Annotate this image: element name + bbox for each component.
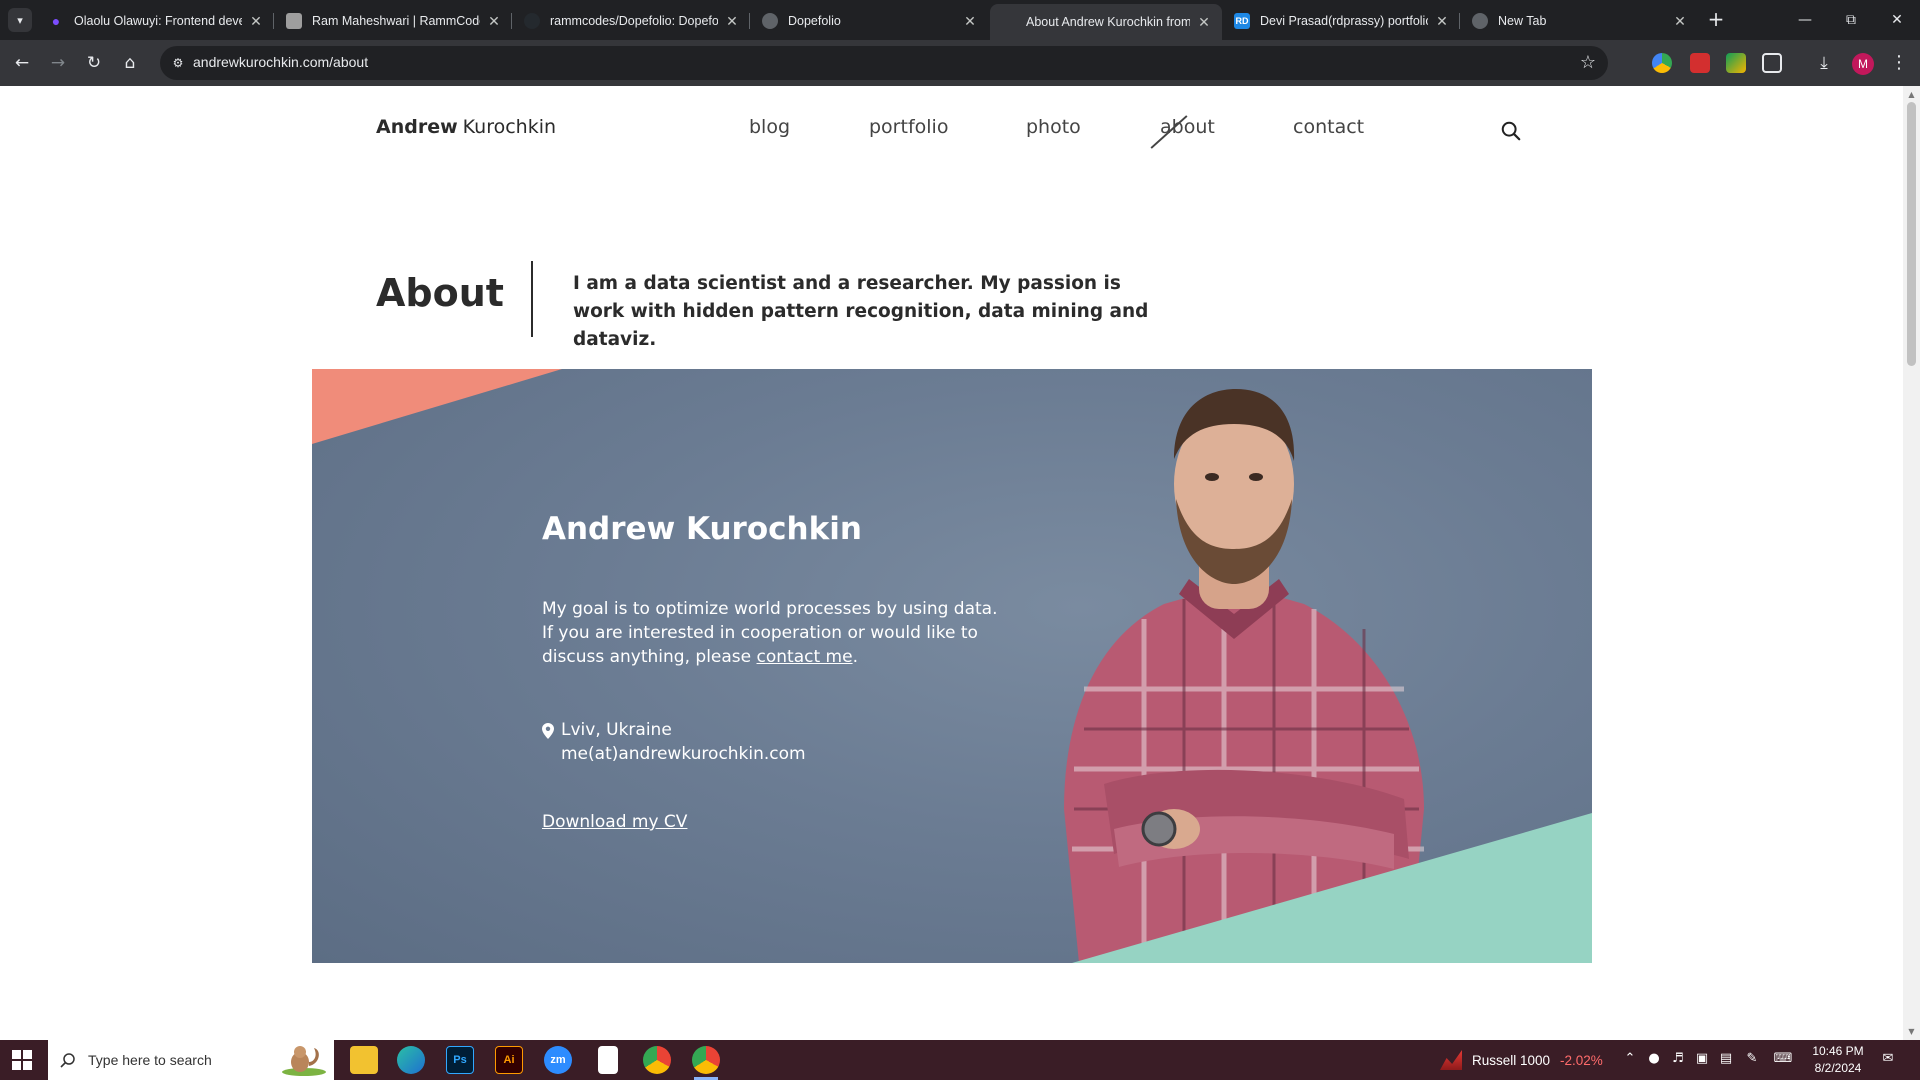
extension-drive-icon[interactable]: [1726, 53, 1746, 73]
about-lead-text: I am a data scientist and a researcher. …: [573, 273, 1149, 350]
browser-tab[interactable]: New Tab ✕: [1462, 6, 1698, 36]
location-text: Lviv, Ukraine: [561, 720, 672, 740]
about-hero-banner: Andrew Kurochkin My goal is to optimize …: [312, 369, 1592, 963]
extensions-puzzle-icon[interactable]: [1762, 53, 1782, 73]
browser-tab[interactable]: rammcodes/Dopefolio: Dopefo ✕: [514, 6, 750, 36]
browser-tab[interactable]: RD Devi Prasad(rdprassy) portfolio ✕: [1224, 6, 1460, 36]
stock-change: -2.02%: [1560, 1052, 1603, 1068]
chrome-profile-icon[interactable]: [692, 1046, 720, 1080]
webcam-icon[interactable]: ▣: [1694, 1051, 1710, 1067]
url-text[interactable]: andrewkurochkin.com/about: [193, 54, 368, 70]
extension-red-icon[interactable]: [1690, 53, 1710, 73]
notifications-icon[interactable]: ✉: [1880, 1051, 1896, 1067]
photoshop-icon[interactable]: Ps: [446, 1046, 474, 1074]
page-scrollbar[interactable]: ▲ ▼: [1903, 86, 1920, 1040]
reload-icon[interactable]: ↻: [82, 51, 106, 75]
illustrator-icon[interactable]: Ai: [495, 1046, 523, 1074]
contact-me-link[interactable]: contact me: [757, 647, 853, 667]
email-text: me(at)andrewkurochkin.com: [561, 744, 806, 764]
nav-link-contact[interactable]: contact: [1293, 116, 1364, 138]
close-tab-icon[interactable]: ✕: [724, 13, 740, 30]
close-tab-icon[interactable]: ✕: [1672, 13, 1688, 30]
avatar-favicon-icon: [286, 13, 302, 29]
back-arrow-icon[interactable]: ←: [10, 51, 34, 75]
nav-link-portfolio[interactable]: portfolio: [869, 116, 948, 138]
site-logo[interactable]: Andrew Kurochkin: [376, 116, 556, 138]
pen-icon[interactable]: ✎: [1744, 1051, 1760, 1067]
taskbar-search-box[interactable]: Type here to search: [48, 1040, 334, 1080]
clock-time: 10:46 PM: [1812, 1044, 1864, 1058]
close-tab-icon[interactable]: ✕: [1434, 13, 1450, 30]
blank-favicon-icon: [1000, 14, 1016, 30]
close-tab-icon[interactable]: ✕: [486, 13, 502, 30]
home-icon[interactable]: ⌂: [118, 51, 142, 75]
bookmark-star-icon[interactable]: ☆: [1580, 52, 1596, 73]
nav-link-about[interactable]: about: [1160, 116, 1215, 138]
tab-search-button[interactable]: ▾: [8, 8, 32, 32]
scroll-down-arrow-icon[interactable]: ▼: [1907, 1027, 1916, 1036]
windows-taskbar: Type here to search Ps Ai zm Russell 100…: [0, 1040, 1920, 1080]
speaker-icon[interactable]: ♬: [1670, 1051, 1686, 1067]
coral-corner-shape: [312, 369, 562, 444]
browser-tab[interactable]: Ram Maheshwari | RammCodes ✕: [276, 6, 512, 36]
browser-menu-icon[interactable]: ⋮: [1890, 52, 1908, 73]
contact-details: Lviv, Ukraine me(at)andrewkurochkin.com: [561, 718, 806, 766]
location-pin-icon: [542, 723, 554, 739]
browser-tab[interactable]: ● Olaolu Olawuyi: Frontend deve ✕: [38, 6, 274, 36]
notepad-icon[interactable]: [598, 1046, 618, 1074]
edge-icon[interactable]: [397, 1046, 425, 1074]
file-explorer-icon[interactable]: [350, 1046, 378, 1074]
address-bar[interactable]: ⚙ andrewkurochkin.com/about ☆: [160, 46, 1608, 80]
close-tab-icon[interactable]: ✕: [962, 13, 978, 30]
scrollbar-thumb[interactable]: [1907, 102, 1916, 366]
network-icon[interactable]: ▤: [1718, 1051, 1734, 1067]
minimize-icon[interactable]: —: [1782, 0, 1828, 40]
profile-avatar[interactable]: M: [1852, 53, 1874, 75]
chrome-icon[interactable]: [643, 1046, 671, 1074]
nav-link-photo[interactable]: photo: [1026, 116, 1081, 138]
new-tab-button[interactable]: +: [1704, 8, 1728, 32]
web-page: Andrew Kurochkin blog portfolio photo abo…: [0, 86, 1903, 1040]
globe-favicon-icon: [762, 13, 778, 29]
site-info-icon[interactable]: ⚙: [170, 55, 186, 71]
keyboard-icon[interactable]: ⌨: [1772, 1051, 1794, 1067]
close-tab-icon[interactable]: ✕: [1196, 14, 1212, 31]
taskbar-search-placeholder: Type here to search: [88, 1052, 212, 1068]
clock-date: 8/2/2024: [1814, 1061, 1862, 1075]
extension-color-icon[interactable]: [1652, 53, 1672, 73]
windows-start-icon[interactable]: [12, 1050, 32, 1070]
forward-arrow-icon[interactable]: →: [46, 51, 70, 75]
stock-name[interactable]: Russell 1000: [1472, 1040, 1550, 1080]
browser-tab-bar: ▾ ● Olaolu Olawuyi: Frontend deve ✕ Ram …: [0, 0, 1920, 40]
chevron-up-icon[interactable]: ⌃: [1622, 1051, 1638, 1067]
microphone-icon[interactable]: ●: [1646, 1051, 1662, 1067]
scroll-up-arrow-icon[interactable]: ▲: [1907, 90, 1916, 99]
hero-goal-text: My goal is to optimize world processes b…: [542, 599, 998, 667]
browser-toolbar: ← → ↻ ⌂ ⚙ andrewkurochkin.com/about ☆ ⤓ …: [0, 40, 1920, 86]
browser-tab[interactable]: Dopefolio ✕: [752, 6, 988, 36]
stock-chart-icon[interactable]: [1440, 1050, 1462, 1070]
zoom-icon[interactable]: zm: [544, 1046, 572, 1074]
mint-corner-shape: [1072, 813, 1592, 963]
nav-link-blog[interactable]: blog: [749, 116, 790, 138]
close-window-icon[interactable]: ✕: [1874, 0, 1920, 40]
title-divider: [531, 261, 533, 337]
rd-favicon-icon: RD: [1234, 13, 1250, 29]
page-title: About: [376, 271, 504, 315]
chrome-favicon-icon: [1472, 13, 1488, 29]
location-pin-favicon-icon: ●: [51, 13, 61, 29]
squirrel-illustration-icon: [282, 1046, 326, 1076]
taskbar-clock[interactable]: 10:46 PM 8/2/2024: [1806, 1043, 1870, 1077]
download-cv-link[interactable]: Download my CV: [542, 812, 687, 832]
download-icon[interactable]: ⤓: [1812, 51, 1836, 75]
restore-icon[interactable]: ⧉: [1828, 0, 1874, 40]
github-favicon-icon: [524, 13, 540, 29]
browser-tab-active[interactable]: About Andrew Kurochkin from ✕: [990, 4, 1222, 40]
search-icon: [60, 1053, 75, 1068]
hero-name: Andrew Kurochkin: [542, 511, 862, 547]
search-icon[interactable]: [1500, 120, 1522, 142]
close-tab-icon[interactable]: ✕: [248, 13, 264, 30]
